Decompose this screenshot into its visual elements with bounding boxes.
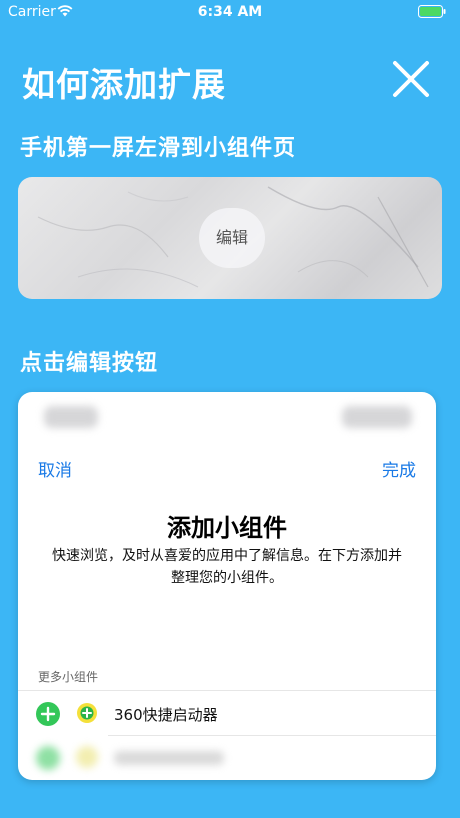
widget-row-label: 360快捷启动器: [114, 706, 218, 724]
add-widgets-description: 快速浏览，及时从喜爱的应用中了解信息。在下方添加并整理您的小组件。: [52, 548, 402, 586]
step2-title: 点击编辑按钮: [20, 351, 159, 376]
close-button[interactable]: [390, 58, 432, 100]
blurred-label: [114, 751, 224, 765]
widget-row: 360快捷启动器: [18, 693, 436, 735]
360-launcher-icon: [76, 702, 98, 724]
more-widgets-label: 更多小组件: [38, 670, 99, 684]
step1-title: 手机第一屏左滑到小组件页: [20, 136, 297, 161]
app-icon: [76, 746, 98, 768]
blurred-status-right: [342, 406, 412, 428]
status-bar: Carrier 6:34 AM: [0, 0, 460, 24]
widget-row-blurred: [18, 737, 436, 779]
cancel-button[interactable]: 取消: [38, 456, 72, 481]
battery-icon: [418, 5, 446, 18]
divider: [18, 690, 436, 691]
add-icon[interactable]: [36, 702, 60, 726]
divider: [108, 735, 436, 736]
add-widgets-title: 添加小组件: [167, 514, 287, 542]
close-icon: [393, 61, 429, 97]
status-time: 6:34 AM: [197, 4, 263, 20]
page-title: 如何添加扩展: [22, 65, 226, 104]
add-widgets-panel: 取消 完成 添加小组件 快速浏览，及时从喜爱的应用中了解信息。在下方添加并整理您…: [18, 392, 436, 780]
edit-button[interactable]: 编辑: [199, 208, 265, 268]
blurred-status-left: [44, 406, 98, 428]
done-button[interactable]: 完成: [382, 456, 416, 481]
add-icon[interactable]: [36, 746, 60, 770]
